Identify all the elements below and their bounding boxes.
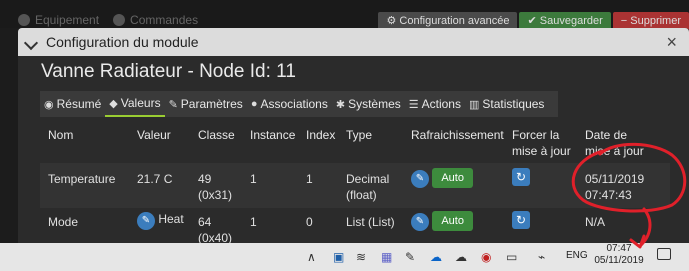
header-valeur: Valeur (137, 128, 171, 142)
table-row-temperature: Temperature 21.7 C 49 (0x31) 1 1 Decimal(… (40, 163, 670, 208)
background-nav-commandes[interactable]: Commandes (113, 13, 198, 27)
cell-type: List (List) (346, 215, 395, 229)
cell-instance: 1 (250, 215, 257, 229)
table-header: Nom Valeur Classe Instance Index Type Ra… (18, 124, 689, 164)
cell-rafraichissement: ✎ Auto (411, 168, 473, 188)
wrench-icon-button[interactable]: ✎ (411, 213, 429, 231)
wrench-icon-button[interactable]: ✎ (411, 170, 429, 188)
list-icon (113, 14, 126, 26)
header-rafraichissement: Rafraichissement (411, 128, 504, 142)
tab-bar: ◉ Résumé ◆ Valeurs ✎ Paramètres ● Associatio… (40, 91, 558, 117)
wifi-sync-icon[interactable]: ≋ (356, 250, 366, 264)
tab-systemes[interactable]: ✱ Systèmes (332, 91, 405, 117)
tachometer-icon: ◉ (44, 98, 54, 111)
module-config-modal: Configuration du module × Vanne Radiateu… (18, 28, 689, 243)
cell-classe: 64 (0x40) (198, 215, 233, 243)
cell-valeur: ✎ Heat (137, 211, 184, 230)
header-index: Index (306, 128, 336, 142)
node-title: Vanne Radiateur - Node Id: 11 (41, 61, 296, 82)
cell-index: 1 (306, 172, 313, 186)
cell-valeur: 21.7 C (137, 172, 173, 186)
close-button[interactable]: × (666, 31, 677, 53)
wrench-icon: ✎ (168, 98, 178, 111)
header-classe: Classe (198, 128, 235, 142)
wrench-icon-button[interactable]: ✎ (137, 212, 155, 230)
tab-associations[interactable]: ● Associations (247, 91, 332, 117)
cell-date: N/A (585, 215, 606, 229)
cell-forcer: ↻ (512, 211, 530, 229)
auto-refresh-button[interactable]: Auto (432, 168, 473, 188)
cell-nom: Temperature (48, 172, 116, 186)
cell-rafraichissement: ✎ Auto (411, 211, 473, 231)
tab-actions[interactable]: ☰ Actions (405, 91, 465, 117)
background-nav-equipement[interactable]: Equipement (18, 13, 99, 27)
cell-instance: 1 (250, 172, 257, 186)
modal-header[interactable]: Configuration du module × (18, 28, 689, 56)
auto-refresh-button[interactable]: Auto (432, 211, 473, 231)
gears-icon: ✱ (335, 98, 346, 111)
tab-resume[interactable]: ◉ Résumé (40, 91, 105, 117)
pen-icon[interactable]: ✎ (405, 250, 415, 264)
header-type: Type (346, 128, 373, 142)
modal-title: Configuration du module (46, 34, 199, 50)
screen: Equipement Commandes ⚙ Configuration ava… (0, 0, 689, 271)
tab-statistiques[interactable]: ▥ Statistiques (465, 91, 548, 117)
header-nom: Nom (48, 128, 74, 142)
taskbar: ∧ ▣ ≋ ▦ ✎ ☁ ☁ ◉ ▭ ⌁ ENG 07:47 05/11/2019 (0, 243, 689, 271)
cell-index: 0 (306, 215, 313, 229)
tag-icon: ◆ (109, 97, 118, 110)
language-indicator[interactable]: ENG (566, 250, 588, 261)
battery-icon[interactable]: ▭ (506, 250, 517, 264)
header-instance: Instance (250, 128, 296, 142)
network-icon[interactable]: ⌁ (538, 250, 545, 264)
cell-nom: Mode (48, 215, 79, 229)
users-icon: ● (250, 98, 258, 110)
cell-forcer: ↻ (512, 168, 530, 186)
teams-icon[interactable]: ▦ (381, 250, 392, 264)
sliders-icon: ☰ (408, 98, 419, 111)
chevron-icon (23, 35, 39, 51)
refresh-icon-button[interactable]: ↻ (512, 211, 530, 229)
tab-valeurs[interactable]: ◆ Valeurs (105, 91, 165, 117)
background-nav: Equipement Commandes (18, 13, 198, 27)
header-forcer: Forcer la mise à jour (512, 128, 571, 158)
onedrive-icon[interactable]: ☁ (430, 250, 442, 264)
cell-type: Decimal (float) (346, 172, 390, 202)
header-date: Date de mise à jour (585, 128, 644, 158)
weather-cloud-icon[interactable]: ☁ (455, 250, 467, 264)
chevron-up-icon[interactable]: ∧ (307, 250, 316, 264)
refresh-icon-button[interactable]: ↻ (512, 168, 530, 186)
cell-classe: 49 (0x31) (198, 172, 233, 202)
table-row-mode: Mode ✎ Heat 64 (0x40) 1 0 List (List) ✎ A… (40, 208, 670, 243)
antivirus-icon[interactable]: ◉ (481, 250, 491, 264)
tachometer-icon (18, 14, 30, 26)
clock[interactable]: 07:47 05/11/2019 (593, 243, 645, 267)
outlook-icon[interactable]: ▣ (333, 250, 344, 264)
cell-date: 05/11/2019 07:47:43 (585, 172, 645, 202)
notification-icon[interactable] (657, 248, 671, 260)
tab-parametres[interactable]: ✎ Paramètres (165, 91, 247, 117)
bar-chart-icon: ▥ (468, 98, 480, 111)
